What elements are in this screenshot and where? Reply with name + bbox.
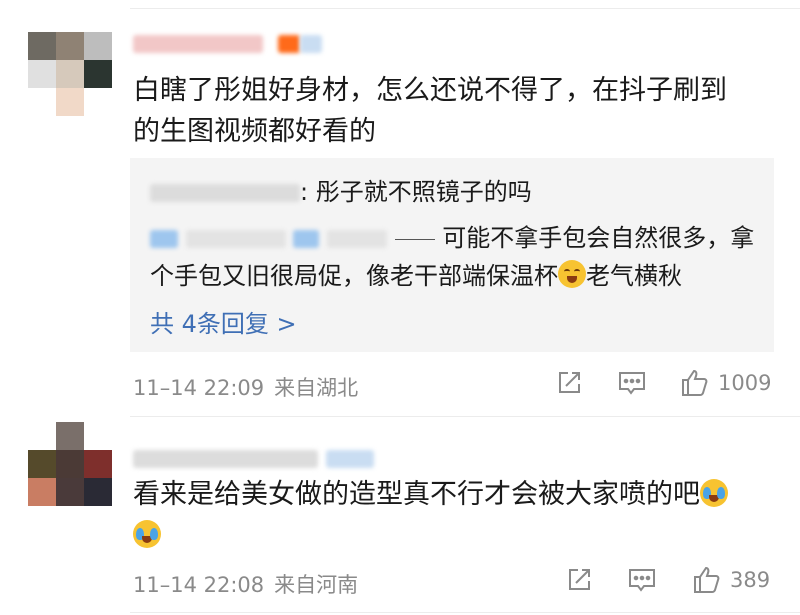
comment-text-content: 看来是给美女做的造型真不行才会被大家喷的吧: [133, 479, 700, 510]
top-divider: [130, 8, 800, 9]
comment-text-line: 白瞎了彤姐好身材，怎么还说不得了，在抖子刷到: [133, 75, 727, 106]
comment-text-line: 的生图视频都好看的: [133, 116, 376, 147]
share-button[interactable]: [556, 370, 582, 396]
reply-item[interactable]: 可能不拿手包会自然很多，拿: [150, 218, 754, 258]
comment-divider: [130, 612, 800, 613]
comment-location: 来自湖北: [274, 376, 359, 400]
comment-time: 11–14 22:08: [133, 573, 265, 597]
like-count: 389: [730, 568, 771, 592]
reply-text: 个手包又旧很局促，像老干部端保温杯: [150, 262, 558, 290]
reply-text: 老气横秋: [586, 262, 682, 290]
reply-item[interactable]: : 彤子就不照镜子的吗: [150, 172, 532, 212]
username[interactable]: [133, 33, 322, 55]
share-icon: [559, 372, 580, 393]
like-count: 1009: [718, 371, 772, 395]
comment-button[interactable]: [628, 567, 656, 593]
comment-text: 白瞎了彤姐好身材，怎么还说不得了，在抖子刷到 的生图视频都好看的: [133, 70, 783, 152]
reply-text: 可能不拿手包会自然很多，拿: [442, 224, 755, 252]
share-button[interactable]: [566, 567, 592, 593]
reply-text: : 彤子就不照镜子的吗: [300, 178, 532, 206]
like-icon: [682, 369, 708, 396]
comment-location: 来自河南: [274, 573, 359, 597]
avatar[interactable]: [28, 422, 112, 506]
more-replies-link[interactable]: 共 4条回复 >: [150, 304, 297, 339]
comment-icon: [619, 372, 645, 395]
avatar[interactable]: [28, 32, 112, 116]
cry-emoji: [700, 479, 728, 507]
comment-divider: [130, 416, 800, 417]
like-icon: [694, 566, 720, 593]
comment-text: 看来是给美女做的造型真不行才会被大家喷的吧: [133, 474, 783, 556]
comment-meta: 11–14 22:09 来自湖北: [133, 372, 368, 402]
comment-button[interactable]: [618, 370, 646, 396]
comment-text-line: [133, 515, 783, 556]
comment-text-line: 看来是给美女做的造型真不行才会被大家喷的吧: [133, 474, 783, 515]
like-button[interactable]: 1009: [680, 368, 771, 398]
reply-item-continued: 个手包又旧很局促，像老干部端保温杯 老气横秋: [150, 256, 682, 296]
replies-box[interactable]: : 彤子就不照镜子的吗 可能不拿手包会自然很多，拿 个手包又旧很局促，像老干部端…: [130, 158, 774, 352]
like-button[interactable]: 389: [692, 565, 770, 595]
cry-emoji: [133, 520, 161, 548]
comment-meta: 11–14 22:08 来自河南: [133, 569, 368, 599]
smile-emoji: [558, 260, 586, 288]
username[interactable]: [133, 448, 374, 470]
comment-icon: [629, 569, 655, 592]
comment-time: 11–14 22:09: [133, 376, 265, 400]
share-icon: [569, 569, 590, 590]
